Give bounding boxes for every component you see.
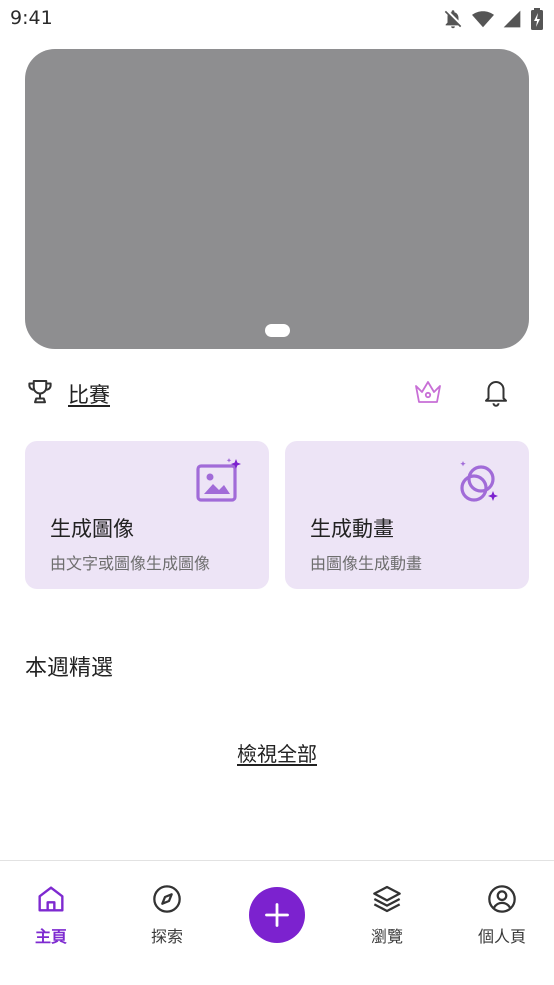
card-title: 生成動畫 [310, 517, 394, 541]
status-bar: 9:41 [0, 0, 554, 38]
animation-sparkle-icon [460, 461, 498, 502]
notifications-off-icon [444, 10, 462, 29]
nav-explore[interactable]: 探索 [112, 883, 222, 947]
nav-browse[interactable]: 瀏覽 [332, 883, 442, 947]
create-fab-button[interactable] [249, 887, 305, 943]
nav-profile[interactable]: 個人頁 [447, 883, 554, 947]
card-title: 生成圖像 [50, 517, 134, 541]
plus-icon [265, 903, 289, 927]
crown-icon[interactable] [412, 377, 444, 407]
hero-banner[interactable] [25, 49, 529, 349]
view-all-link[interactable]: 檢視全部 [237, 742, 317, 766]
featured-section-title: 本週精選 [25, 656, 114, 681]
nav-home-label: 主頁 [34, 927, 67, 946]
profile-icon [488, 885, 516, 913]
carousel-indicator [265, 324, 290, 337]
compass-icon [153, 885, 181, 913]
trophy-icon [28, 380, 52, 404]
bottom-navigation: 主頁 探索 瀏覽 個人頁 [0, 860, 554, 985]
generate-animation-card[interactable]: 生成動畫 由圖像生成動畫 [285, 441, 529, 589]
nav-browse-label: 瀏覽 [370, 927, 403, 946]
card-subtitle: 由圖像生成動畫 [310, 554, 423, 573]
image-sparkle-icon [196, 458, 241, 502]
bell-icon[interactable] [481, 375, 511, 409]
card-subtitle: 由文字或圖像生成圖像 [50, 554, 211, 573]
nav-profile-label: 個人頁 [477, 927, 526, 946]
wifi-icon [472, 11, 494, 28]
status-time: 9:41 [10, 7, 53, 29]
cellular-signal-icon [503, 10, 521, 28]
contest-row: 比賽 [25, 372, 529, 412]
layers-icon [373, 885, 401, 913]
contest-link[interactable]: 比賽 [68, 379, 110, 409]
nav-home[interactable]: 主頁 [0, 883, 106, 947]
generate-image-card[interactable]: 生成圖像 由文字或圖像生成圖像 [25, 441, 269, 589]
battery-charging-icon [531, 8, 543, 30]
view-all-row: 檢視全部 [0, 738, 554, 767]
nav-explore-label: 探索 [150, 927, 183, 946]
status-icons [442, 7, 544, 31]
home-icon [38, 886, 64, 912]
